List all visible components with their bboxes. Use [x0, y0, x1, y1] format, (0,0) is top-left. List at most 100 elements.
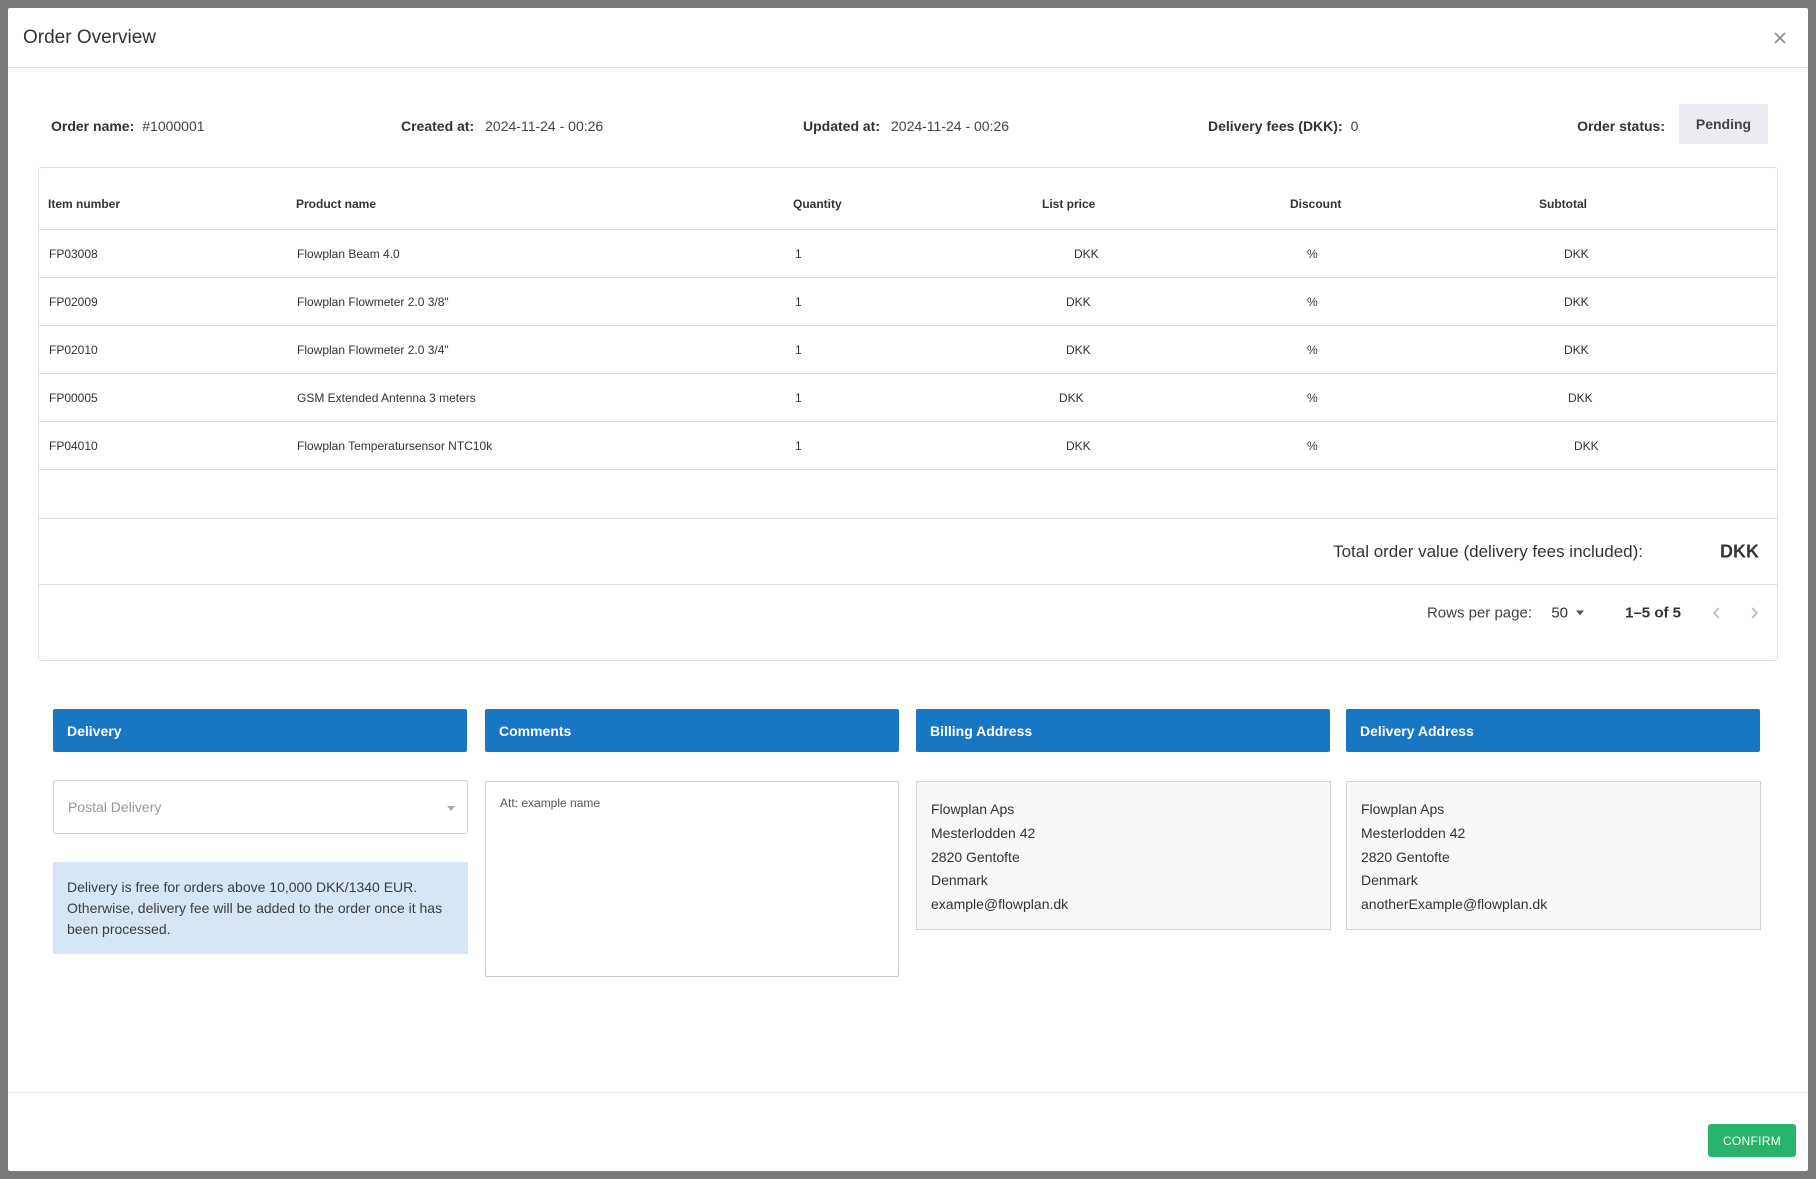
pagination-range: 1–5 of 5 — [1625, 604, 1681, 622]
cell-product-name: Flowplan Flowmeter 2.0 3/4" — [297, 343, 449, 357]
table-row: FP00005 GSM Extended Antenna 3 meters 1 … — [39, 374, 1777, 422]
close-icon — [1774, 32, 1786, 44]
created-at-value: 2024-11-24 - 00:26 — [485, 118, 604, 134]
delivery-email: anotherExample@flowplan.dk — [1361, 896, 1548, 913]
billing-address-line: 2820 Gentofte — [931, 848, 1020, 865]
col-header-item-number[interactable]: Item number — [48, 197, 120, 211]
delivery-address-line: Flowplan Aps — [1361, 801, 1445, 817]
status-badge: Pending — [1679, 104, 1768, 144]
cell-item-number: FP02010 — [49, 343, 98, 357]
updated-at-value: 2024-11-24 - 00:26 — [891, 118, 1010, 134]
caret-down-icon — [447, 806, 455, 811]
created-at-label: Created at: — [401, 118, 475, 134]
col-header-subtotal[interactable]: Subtotal — [1539, 197, 1587, 211]
cell-list-price: DKK — [1066, 343, 1091, 357]
delivery-method-select[interactable]: Postal Delivery — [53, 780, 468, 834]
col-header-product-name[interactable]: Product name — [296, 197, 376, 211]
chevron-left-icon — [1712, 607, 1720, 619]
caret-down-icon — [1576, 610, 1584, 616]
cell-discount: % — [1307, 439, 1318, 453]
delivery-address-line: Denmark — [1361, 872, 1418, 889]
total-row: Total order value (delivery fees include… — [39, 519, 1777, 585]
prev-page-button[interactable] — [1707, 603, 1727, 623]
cell-product-name: Flowplan Flowmeter 2.0 3/8" — [297, 295, 449, 309]
billing-address-line: Flowplan Aps — [931, 801, 1015, 817]
modal-footer: CONFIRM — [8, 1092, 1808, 1171]
rows-per-page-select[interactable]: 50 — [1551, 605, 1584, 622]
order-status-label: Order status: — [1577, 118, 1665, 134]
order-items-table: Item number Product name Quantity List p… — [38, 167, 1778, 661]
close-button[interactable] — [1772, 30, 1796, 54]
order-summary: Order name: #1000001 Created at: 2024-11-2… — [8, 104, 1808, 146]
delivery-address-line: 2820 Gentofte — [1361, 848, 1450, 865]
updated-at: Updated at: 2024-11-24 - 00:26 — [803, 118, 1009, 134]
cell-subtotal: DKK — [1564, 247, 1589, 261]
cell-list-price: DKK — [1074, 247, 1099, 261]
billing-address-line: Mesterlodden 42 — [931, 824, 1036, 841]
updated-at-label: Updated at: — [803, 118, 880, 134]
cell-subtotal: DKK — [1568, 391, 1593, 405]
cell-item-number: FP02009 — [49, 295, 98, 309]
cell-list-price: DKK — [1066, 295, 1091, 309]
order-name-value: #1000001 — [142, 118, 205, 134]
billing-email: example@flowplan.dk — [931, 896, 1069, 913]
col-header-discount[interactable]: Discount — [1290, 197, 1341, 211]
pagination: Rows per page: 50 1–5 of 5 — [39, 585, 1777, 647]
delivery-address-section-header: Delivery Address — [1346, 709, 1760, 752]
cell-subtotal: DKK — [1564, 295, 1589, 309]
delivery-section-header: Delivery — [53, 709, 467, 752]
cell-list-price: DKK — [1059, 391, 1084, 405]
cell-item-number: FP04010 — [49, 439, 98, 453]
cell-quantity: 1 — [795, 247, 802, 261]
table-row: FP04010 Flowplan Temperatursensor NTC10k… — [39, 422, 1777, 470]
cell-subtotal: DKK — [1564, 343, 1589, 357]
total-label: Total order value (delivery fees include… — [1333, 542, 1643, 561]
delivery-method-placeholder: Postal Delivery — [68, 799, 162, 815]
billing-address-line: Denmark — [931, 872, 988, 889]
rows-per-page-value: 50 — [1551, 604, 1568, 622]
delivery-address-box: Flowplan Aps Mesterlodden 42 2820 Gentof… — [1346, 781, 1761, 930]
delivery-fees-value: 0 — [1350, 118, 1359, 134]
cell-subtotal: DKK — [1574, 439, 1599, 453]
cell-item-number: FP03008 — [49, 247, 98, 261]
cell-product-name: Flowplan Temperatursensor NTC10k — [297, 439, 493, 453]
cell-quantity: 1 — [795, 295, 802, 309]
col-header-quantity[interactable]: Quantity — [793, 197, 842, 211]
billing-address-section-header: Billing Address — [916, 709, 1330, 752]
delivery-fees: Delivery fees (DKK): 0 — [1208, 118, 1358, 134]
modal-title: Order Overview — [23, 27, 157, 48]
cell-quantity: 1 — [795, 343, 802, 357]
confirm-button[interactable]: CONFIRM — [1708, 1124, 1796, 1157]
cell-discount: % — [1307, 343, 1318, 357]
table-row: FP02010 Flowplan Flowmeter 2.0 3/4" 1 DK… — [39, 326, 1777, 374]
table-header-row: Item number Product name Quantity List p… — [39, 168, 1777, 230]
empty-row — [39, 470, 1777, 519]
table-row: FP03008 Flowplan Beam 4.0 1 DKK % DKK — [39, 230, 1777, 278]
cell-discount: % — [1307, 295, 1318, 309]
table-row: FP02009 Flowplan Flowmeter 2.0 3/8" 1 DK… — [39, 278, 1777, 326]
cell-quantity: 1 — [795, 391, 802, 405]
next-page-button[interactable] — [1744, 603, 1764, 623]
order-overview-modal: Order Overview Order name: #1000001 Creat… — [8, 8, 1808, 1171]
cell-discount: % — [1307, 391, 1318, 405]
rows-per-page-label: Rows per page: — [1426, 604, 1532, 622]
cell-discount: % — [1307, 247, 1318, 261]
cell-quantity: 1 — [795, 439, 802, 453]
col-header-list-price[interactable]: List price — [1042, 197, 1095, 211]
total-value: DKK — [1720, 541, 1759, 562]
delivery-info-box: Delivery is free for orders above 10,000… — [53, 862, 468, 954]
created-at: Created at: 2024-11-24 - 00:26 — [401, 118, 603, 134]
cell-product-name: GSM Extended Antenna 3 meters — [297, 391, 476, 405]
delivery-address-line: Mesterlodden 42 — [1361, 824, 1466, 841]
cell-product-name: Flowplan Beam 4.0 — [297, 247, 400, 261]
cell-item-number: FP00005 — [49, 391, 98, 405]
cell-list-price: DKK — [1066, 439, 1091, 453]
modal-header: Order Overview — [8, 8, 1808, 68]
comments-textarea[interactable]: Att: example name — [485, 781, 899, 977]
order-name: Order name: #1000001 — [51, 118, 205, 134]
comments-section-header: Comments — [485, 709, 899, 752]
chevron-right-icon — [1751, 607, 1759, 619]
delivery-fees-label: Delivery fees (DKK): — [1208, 118, 1343, 134]
billing-address-box: Flowplan Aps Mesterlodden 42 2820 Gentof… — [916, 781, 1331, 930]
order-name-label: Order name: — [51, 118, 135, 134]
